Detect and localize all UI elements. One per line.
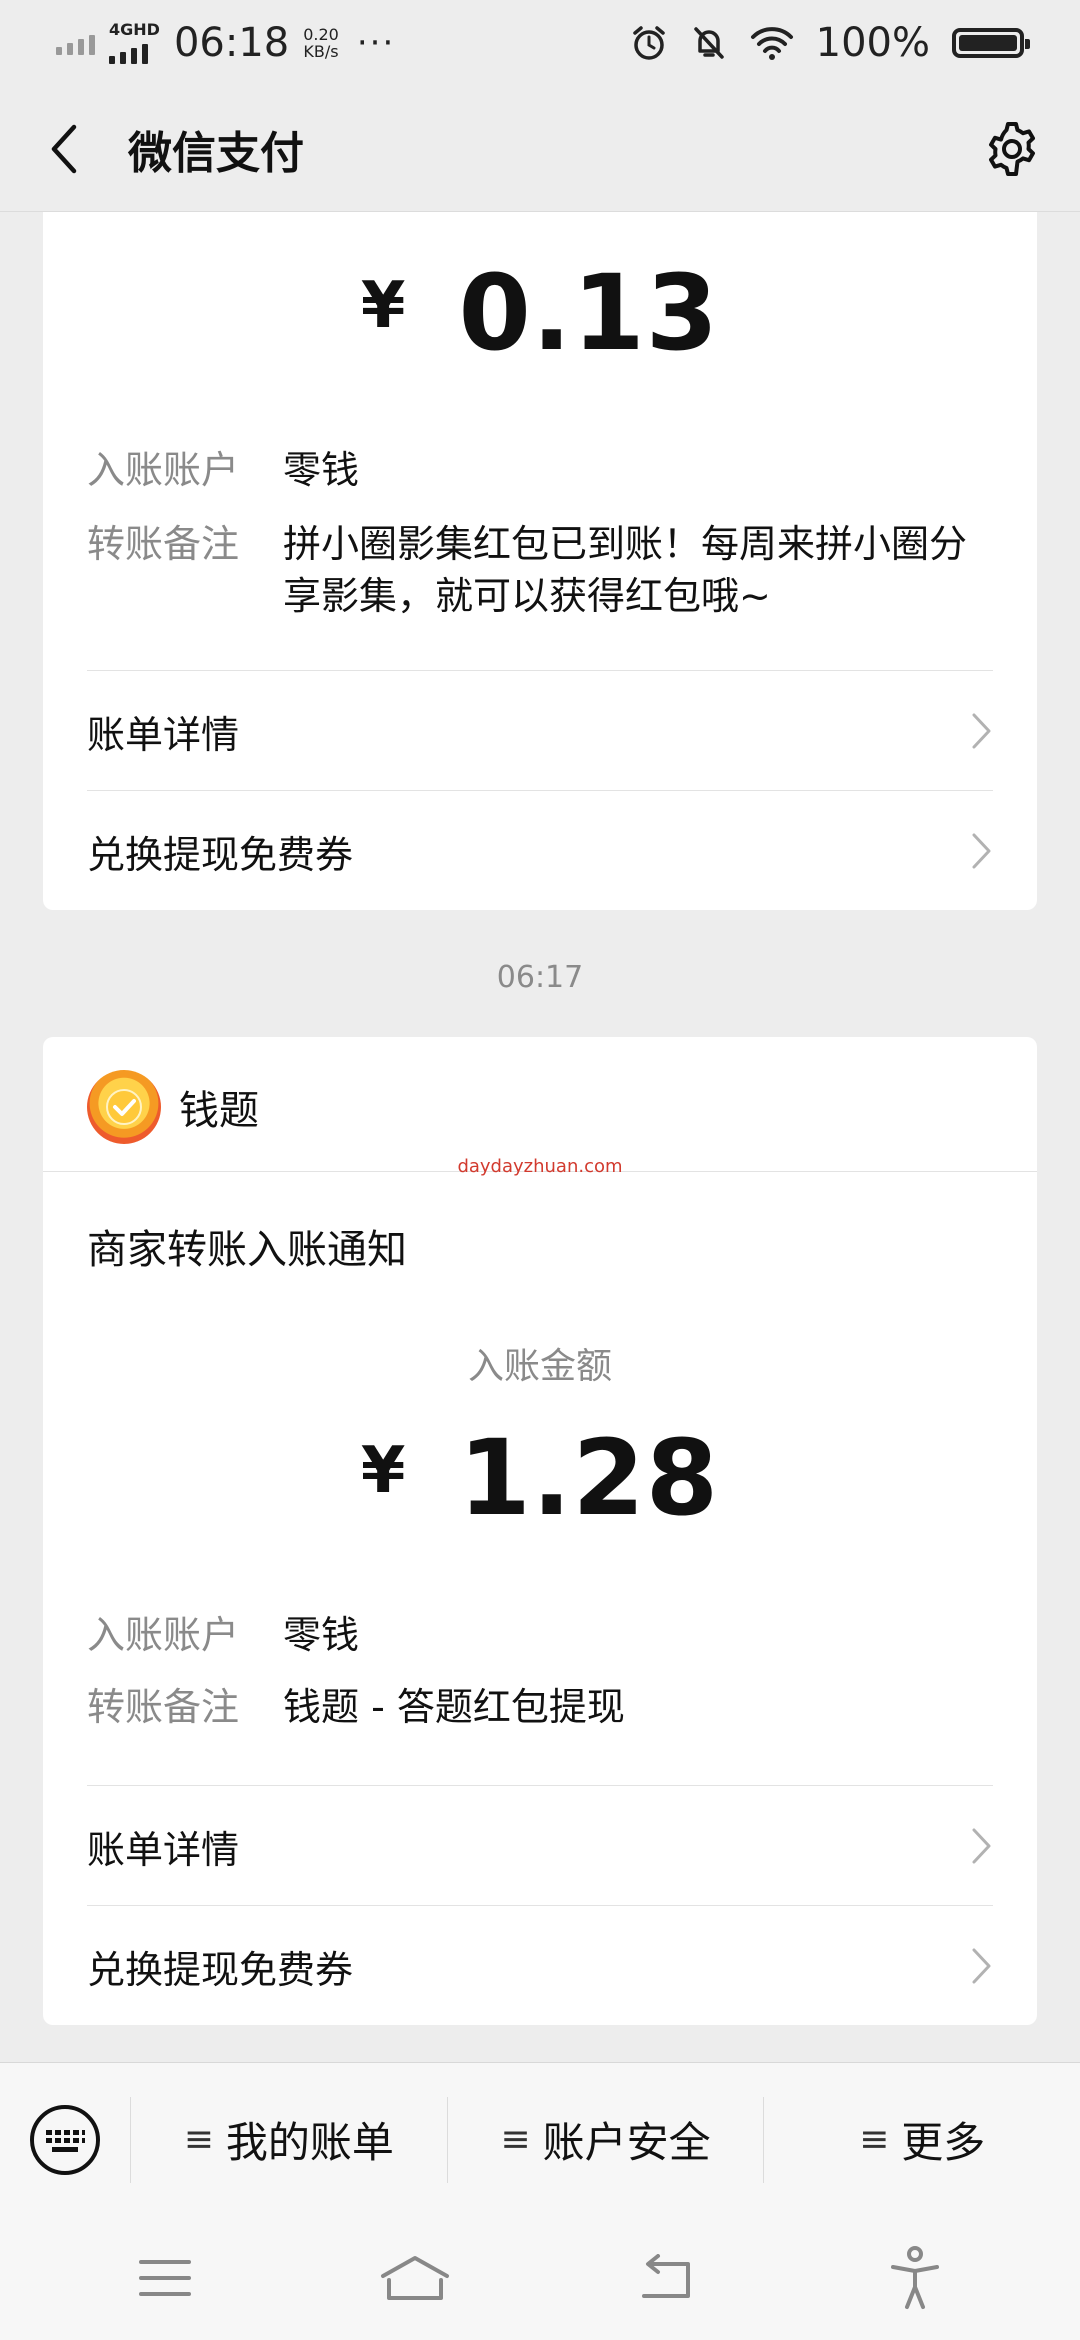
home-icon xyxy=(381,2256,449,2300)
menu-label: 更多 xyxy=(901,2118,986,2167)
keyboard-toggle-button[interactable] xyxy=(0,2063,130,2216)
system-nav-bar xyxy=(0,2216,1080,2340)
divider xyxy=(87,1905,993,1906)
page-title: 微信支付 xyxy=(128,127,304,179)
settings-button[interactable] xyxy=(980,117,1044,181)
merchant-header[interactable]: 钱题 xyxy=(87,1069,259,1145)
account-label: 入账账户 xyxy=(87,1613,240,1657)
remark-row: 转账备注 钱题 - 答题红包提现 xyxy=(87,1681,1003,1733)
battery-icon xyxy=(952,28,1030,58)
withdraw-coupon-label: 兑换提现免费券 xyxy=(87,832,354,877)
menu-icon: ≡ xyxy=(859,2119,890,2160)
withdraw-coupon-link[interactable]: 兑换提现免费券 xyxy=(87,1907,993,2025)
account-value: 零钱 xyxy=(283,1613,360,1657)
amount-value: 0.13 xyxy=(458,252,720,374)
currency-symbol: ¥ xyxy=(360,269,407,343)
network-speed: 0.20 KB/s xyxy=(303,25,339,61)
currency-symbol: ¥ xyxy=(360,1434,407,1508)
more-notifications-icon: ··· xyxy=(356,23,396,63)
gear-icon xyxy=(989,121,1035,176)
alarm-icon xyxy=(632,26,665,60)
menu-lines-icon xyxy=(139,2260,191,2296)
account-row: 入账账户 零钱 xyxy=(87,1609,1003,1661)
bottom-menu: ≡ 我的账单 ≡ 账户安全 ≡ 更多 xyxy=(0,2062,1080,2216)
account-value: 零钱 xyxy=(283,448,360,492)
divider xyxy=(87,1785,993,1786)
merchant-logo-icon xyxy=(87,1070,161,1144)
remark-label: 转账备注 xyxy=(87,1685,240,1729)
bill-details-link[interactable]: 账单详情 xyxy=(87,1787,993,1905)
remark-label: 转账备注 xyxy=(87,522,240,566)
return-icon xyxy=(642,2254,690,2298)
clock: 06:18 xyxy=(173,20,290,66)
merchant-name: 钱题 xyxy=(179,1088,259,1134)
remark-row: 转账备注 拼小圈影集红包已到账！每周来拼小圈分享影集，就可以获得红包哦~ xyxy=(87,518,1003,622)
menu-label: 我的账单 xyxy=(225,2118,394,2167)
signal-sim2-icon xyxy=(109,40,148,64)
bill-details-label: 账单详情 xyxy=(87,1827,240,1872)
divider xyxy=(87,670,993,671)
amount-label: 入账金额 xyxy=(467,1346,612,1387)
menu-account-security[interactable]: ≡ 账户安全 xyxy=(446,2096,764,2183)
menu-icon: ≡ xyxy=(500,2119,531,2160)
wifi-icon xyxy=(750,27,793,60)
accessibility-icon xyxy=(891,2246,939,2309)
keyboard-icon xyxy=(30,2104,100,2175)
notice-title: 商家转账入账通知 xyxy=(87,1227,407,1273)
status-bar: 4GHD 06:18 0.20 KB/s ··· 100% xyxy=(0,0,1080,86)
chevron-right-icon xyxy=(972,713,991,749)
accessibility-button[interactable] xyxy=(860,2238,970,2318)
chevron-right-icon xyxy=(972,1828,991,1864)
withdraw-coupon-link[interactable]: 兑换提现免费券 xyxy=(87,792,993,910)
account-label: 入账账户 xyxy=(87,448,240,492)
menu-label: 账户安全 xyxy=(542,2118,711,2167)
amount-display: ¥1.28 xyxy=(43,1417,1037,1539)
account-row: 入账账户 零钱 xyxy=(87,444,1003,496)
divider xyxy=(87,790,993,791)
amount-value: 1.28 xyxy=(458,1417,720,1539)
chevron-right-icon xyxy=(972,833,991,869)
back-button[interactable] xyxy=(36,121,92,177)
app-header: 微信支付 xyxy=(0,86,1080,212)
transfer-card-2: 钱题 商家转账入账通知 入账金额 ¥1.28 入账账户 零钱 转账备注 钱题 -… xyxy=(43,1037,1037,2025)
signal-sim1-icon xyxy=(56,31,95,55)
menu-my-bills[interactable]: ≡ 我的账单 xyxy=(130,2096,447,2183)
chevron-left-icon xyxy=(51,124,77,173)
recent-apps-button[interactable] xyxy=(110,2238,220,2318)
watermark-text: daydayzhuan.com xyxy=(457,1156,623,1177)
network-type: 4GHD xyxy=(109,20,160,39)
remark-value: 钱题 - 答题红包提现 xyxy=(283,1685,625,1729)
chevron-right-icon xyxy=(972,1948,991,1984)
menu-icon: ≡ xyxy=(183,2119,214,2160)
battery-percent: 100% xyxy=(815,20,930,66)
back-nav-button[interactable] xyxy=(610,2238,720,2318)
amount-display: ¥0.13 xyxy=(43,252,1037,374)
menu-more[interactable]: ≡ 更多 xyxy=(763,2096,1080,2183)
bill-details-link[interactable]: 账单详情 xyxy=(87,672,993,790)
home-button[interactable] xyxy=(360,2238,470,2318)
remark-value: 拼小圈影集红包已到账！每周来拼小圈分享影集，就可以获得红包哦~ xyxy=(283,522,968,618)
withdraw-coupon-label: 兑换提现免费券 xyxy=(87,1947,354,1992)
message-timestamp: 06:17 xyxy=(496,960,584,995)
transfer-card-1: ¥0.13 入账账户 零钱 转账备注 拼小圈影集红包已到账！每周来拼小圈分享影集… xyxy=(43,212,1037,910)
mute-bell-icon xyxy=(693,27,724,59)
bill-details-label: 账单详情 xyxy=(87,712,240,757)
